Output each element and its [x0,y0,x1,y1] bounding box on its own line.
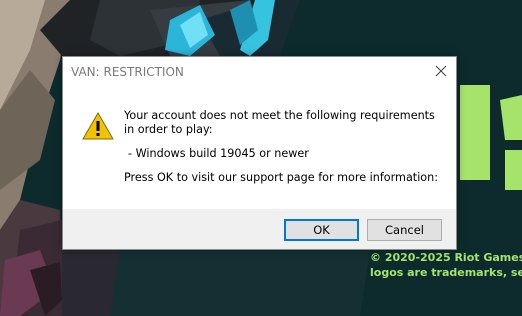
copyright-line-1: © 2020-2025 Riot Games, I [370,251,522,264]
close-button[interactable] [426,57,456,85]
ok-button[interactable]: OK [284,219,359,241]
dialog-content: Your account does not meet the following… [63,87,456,209]
message-requirements-intro: Your account does not meet the following… [124,109,435,136]
dialog-titlebar[interactable]: VAN: RESTRICTION [63,57,456,87]
dialog-title: VAN: RESTRICTION [71,65,184,79]
warning-icon [82,112,114,140]
message-requirement-item: - Windows build 19045 or newer [128,147,309,160]
dialog-message: Your account does not meet the following… [124,109,444,185]
dialog-footer: OK Cancel [63,209,456,249]
restriction-dialog: VAN: RESTRICTION Your account does not m… [62,56,457,250]
cancel-button[interactable]: Cancel [367,219,442,241]
copyright-notice: © 2020-2025 Riot Games, I logos are trad… [370,250,522,280]
desktop-stage: © 2020-2025 Riot Games, I logos are trad… [0,0,522,316]
copyright-line-2: logos are trademarks, ser [370,266,522,279]
message-support-prompt: Press OK to visit our support page for m… [124,171,439,184]
close-icon [435,65,447,77]
